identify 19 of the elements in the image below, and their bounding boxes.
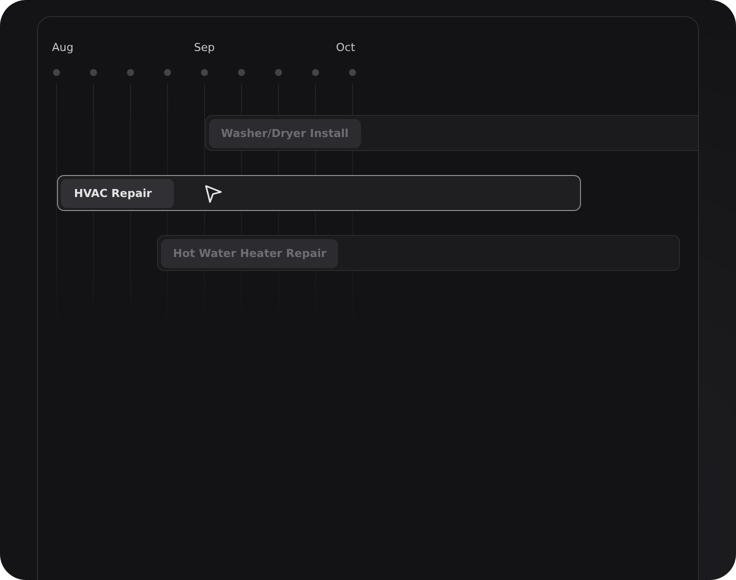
month-label: Oct xyxy=(336,41,356,56)
task-label: Washer/Dryer Install xyxy=(209,118,361,148)
week-dot xyxy=(164,69,171,76)
week-dot xyxy=(238,69,245,76)
week-dot xyxy=(201,69,208,76)
week-dot xyxy=(127,69,134,76)
week-dot xyxy=(349,69,356,76)
week-dot xyxy=(53,69,60,76)
week-dot xyxy=(90,69,97,76)
month-label: Sep xyxy=(194,41,216,56)
task-label: Hot Water Heater Repair xyxy=(161,238,338,268)
cursor-icon xyxy=(203,184,223,204)
task-bar[interactable]: Hot Water Heater Repair xyxy=(157,235,680,271)
week-dot xyxy=(275,69,282,76)
task-bar[interactable]: Washer/Dryer Install xyxy=(205,115,698,151)
task-label: HVAC Repair xyxy=(61,178,174,208)
task-bar[interactable]: HVAC Repair xyxy=(57,175,581,211)
week-dot xyxy=(312,69,319,76)
month-label: Aug xyxy=(52,41,74,56)
